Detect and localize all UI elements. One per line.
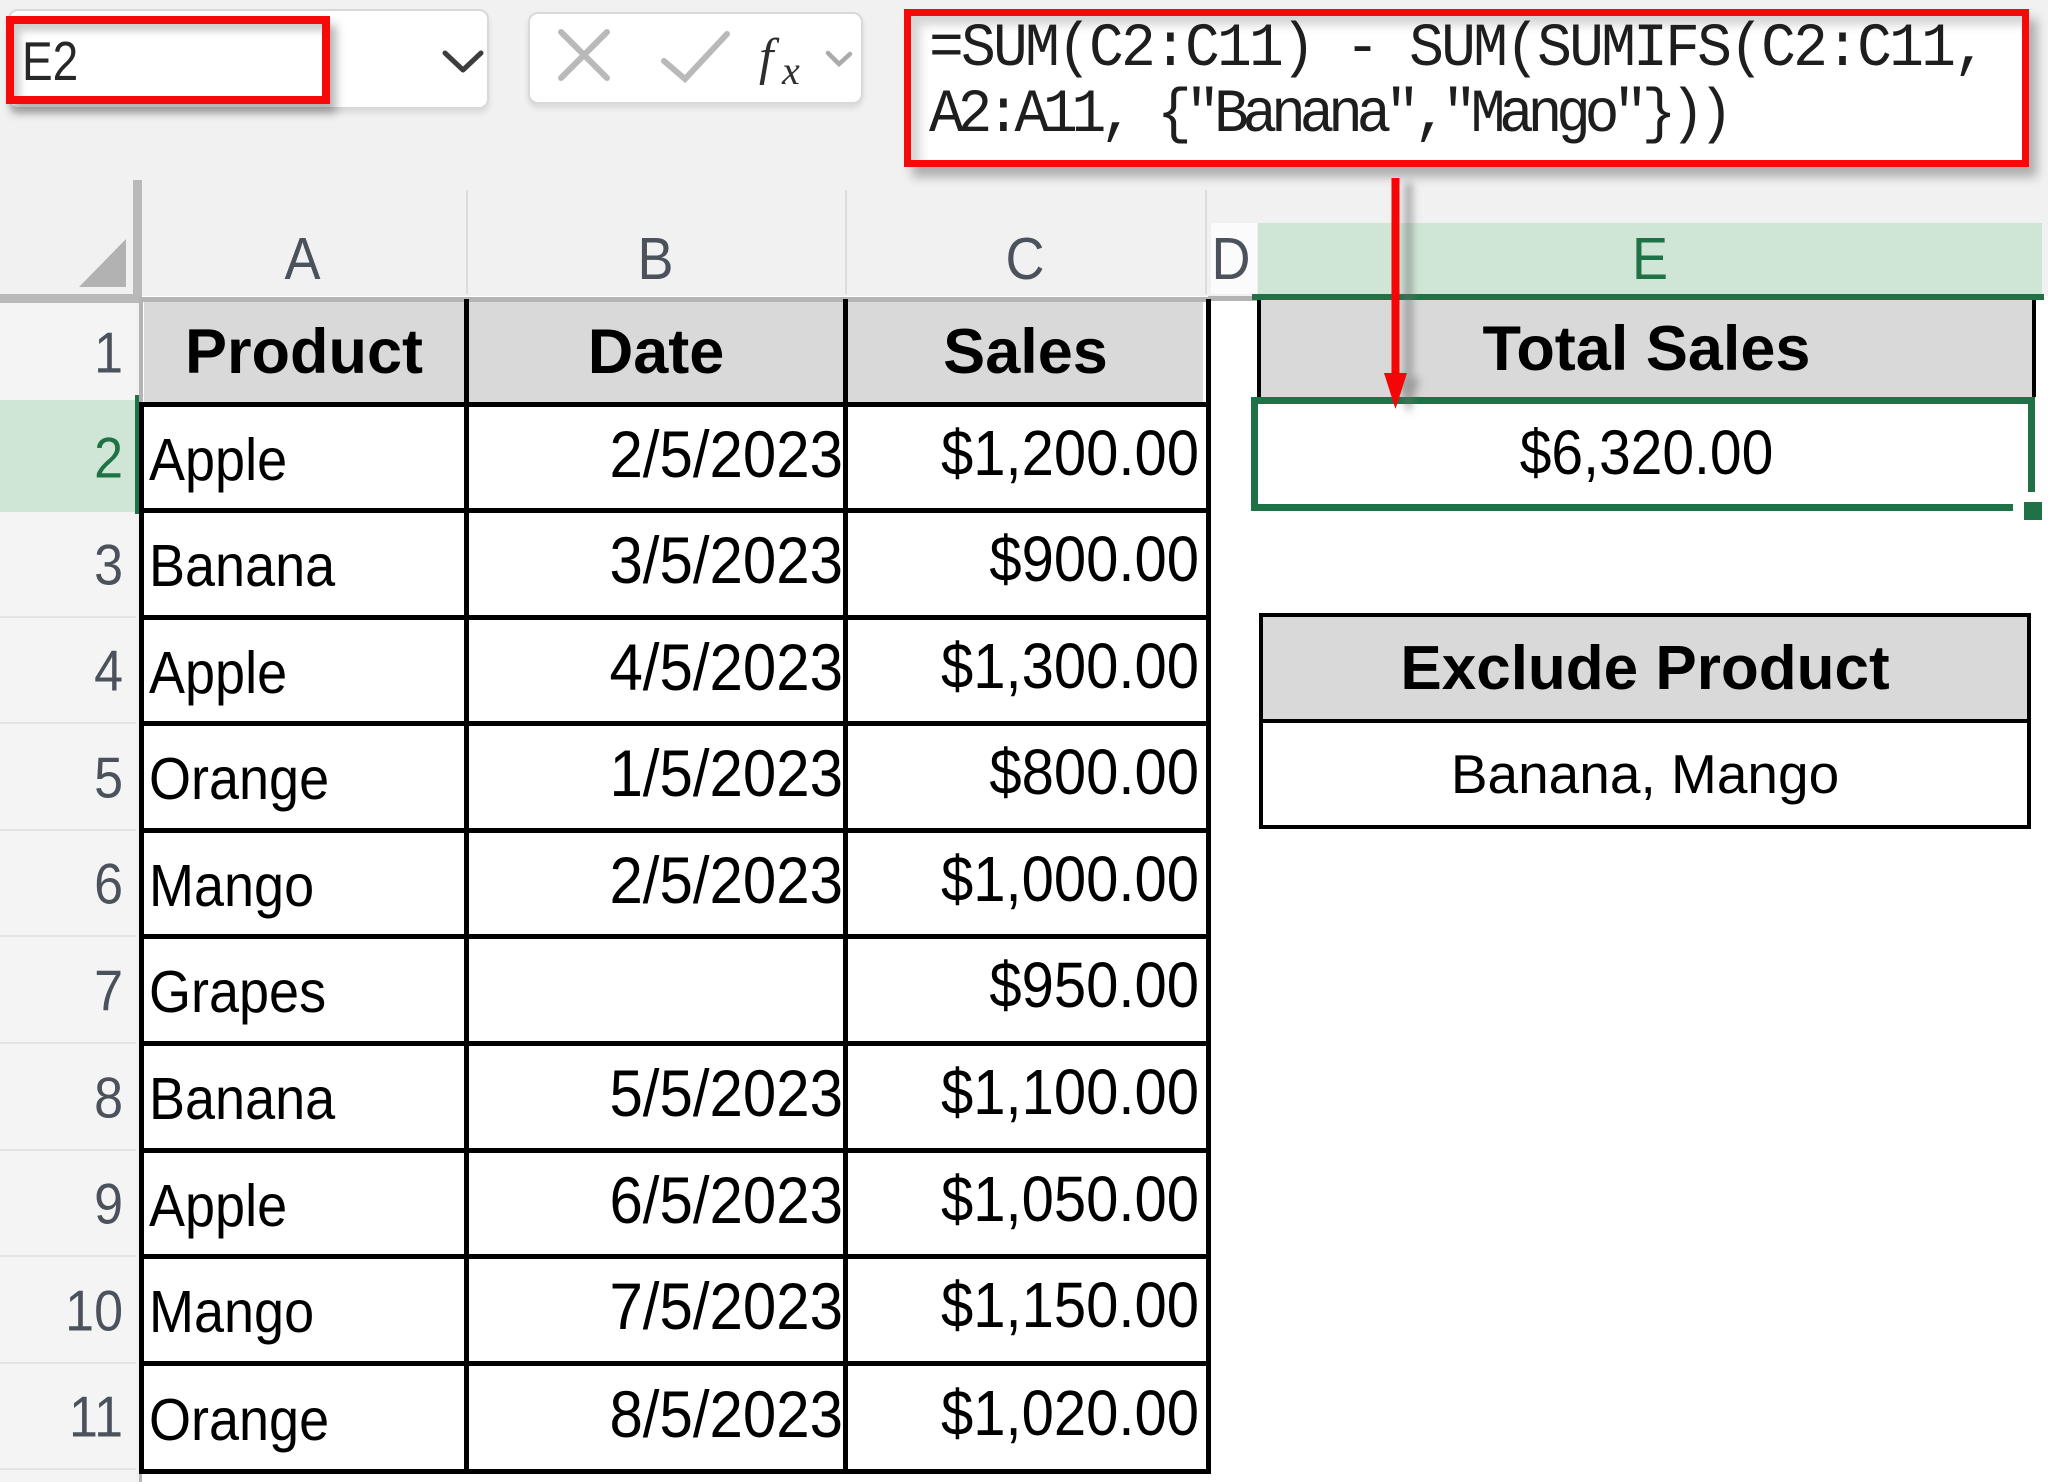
svg-text:f: f — [759, 29, 780, 86]
svg-text:x: x — [781, 48, 800, 93]
